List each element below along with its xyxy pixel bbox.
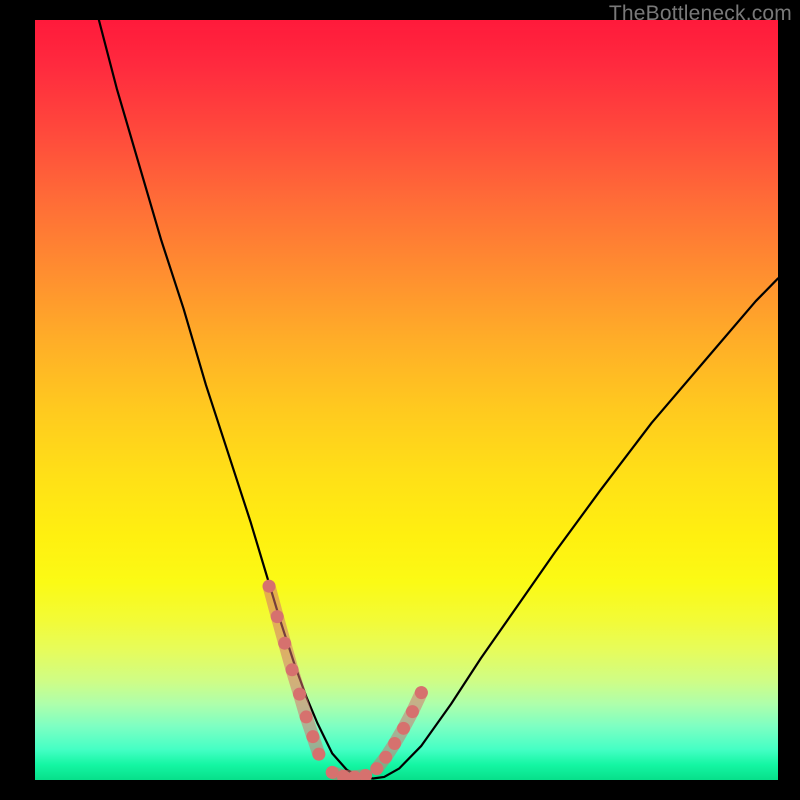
plot-area — [35, 20, 778, 780]
chart-frame: TheBottleneck.com — [0, 0, 800, 800]
curve-layer — [35, 20, 778, 780]
